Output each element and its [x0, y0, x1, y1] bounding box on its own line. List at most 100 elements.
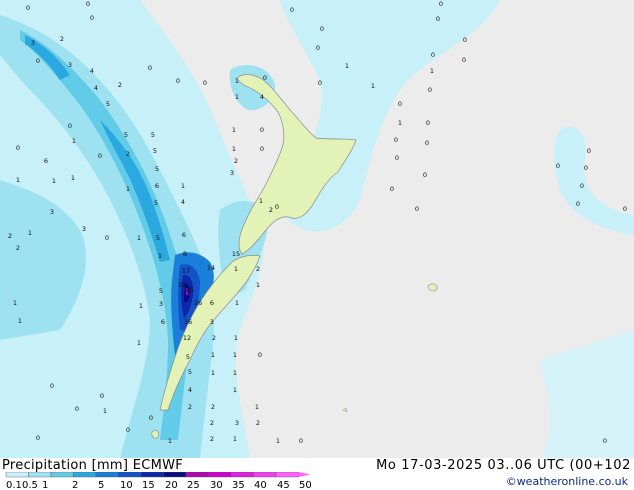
legend-tick-label: 0.1: [6, 480, 22, 490]
legend-color-bar: [5, 472, 311, 478]
precip-value-label: 2: [212, 334, 216, 342]
precip-value-label: 2: [8, 232, 12, 240]
precip-value-label: 1: [234, 265, 238, 273]
precip-value-label: 0: [623, 205, 627, 213]
precip-value-label: 6: [44, 157, 48, 165]
precip-value-label: 3: [50, 208, 54, 216]
precip-value-label: 0: [275, 203, 279, 211]
precip-value-label: 1: [235, 93, 239, 101]
legend-color-box: [275, 472, 299, 478]
precip-value-label: 3: [210, 318, 214, 326]
precip-value-label: 0: [148, 64, 152, 72]
precip-value-label: 1: [233, 435, 237, 443]
precip-value-label: 0: [576, 200, 580, 208]
precip-value-label: 1: [52, 177, 56, 185]
legend-color-box: [208, 472, 232, 478]
precip-value-label: 2: [118, 81, 122, 89]
precip-value-label: 0: [587, 147, 591, 155]
precip-value-label: 0: [75, 405, 79, 413]
precip-value-label: 4: [188, 386, 192, 394]
legend-color-box: [230, 472, 254, 478]
precip-value-label: 1: [16, 176, 20, 184]
precip-value-label: 0: [415, 205, 419, 213]
precip-value-label: 4: [90, 67, 94, 75]
legend-color-box: [185, 472, 209, 478]
precip-value-label: 4: [260, 93, 264, 101]
precip-value-label: 0: [86, 0, 90, 8]
precip-value-label: 8: [183, 250, 187, 258]
precip-value-label: 5: [106, 100, 110, 108]
precip-value-label: 1: [211, 369, 215, 377]
precip-value-label: 5: [154, 199, 158, 207]
precip-value-label: 2: [256, 265, 260, 273]
precip-value-label: 0: [398, 100, 402, 108]
precip-value-label: 1: [255, 403, 259, 411]
legend-color-box: [73, 472, 97, 478]
precip-value-label: 1: [168, 437, 172, 445]
precip-value-label: 1: [158, 252, 162, 260]
precip-value-label: 15: [232, 250, 240, 258]
precip-value-label: 0: [395, 154, 399, 162]
precip-value-label: 5: [124, 131, 128, 139]
legend-tick-label: 20: [165, 480, 178, 490]
precip-value-label: 26: [194, 299, 202, 307]
legend-tick-label: 50: [299, 480, 312, 490]
legend-tick-label: 10: [120, 480, 133, 490]
precip-value-label: 2: [269, 206, 273, 214]
legend-tick-label: 40: [254, 480, 267, 490]
precip-value-label: 6: [210, 299, 214, 307]
legend-tick-label: 0.5: [22, 480, 38, 490]
precip-value-label: 0: [431, 51, 435, 59]
precip-value-label: 0: [36, 434, 40, 442]
precip-value-label: 3: [159, 300, 163, 308]
precip-value-label: 0: [556, 162, 560, 170]
precip-value-label: 1: [256, 281, 260, 289]
precip-value-label: 1: [181, 182, 185, 190]
precip-value-label: 2: [16, 244, 20, 252]
precip-value-label: 1: [232, 126, 236, 134]
precip-value-label: 0: [423, 171, 427, 179]
precip-value-label: 0: [176, 77, 180, 85]
precip-value-label: 2: [234, 157, 238, 165]
precip-value-label: 5: [159, 287, 163, 295]
precip-value-label: 0: [98, 152, 102, 160]
precip-value-label: 0: [428, 86, 432, 94]
credit-text[interactable]: ©weatheronline.co.uk: [506, 475, 628, 488]
legend-tick-label: 25: [187, 480, 200, 490]
precip-value-label: 0: [580, 182, 584, 190]
precip-value-label: 0: [36, 57, 40, 65]
legend-color-box: [5, 472, 29, 478]
precip-value-label: 0: [260, 126, 264, 134]
legend-color-box: [95, 472, 119, 478]
precip-value-label: 3: [230, 169, 234, 177]
precip-value-label: 1: [235, 77, 239, 85]
precip-value-label: 6: [161, 318, 165, 326]
precip-value-label: 0: [90, 14, 94, 22]
legend-tick-label: 35: [232, 480, 245, 490]
legend-tick-label: 1: [42, 480, 48, 490]
precip-value-label: 4: [94, 84, 98, 92]
precip-value-label: 2: [210, 419, 214, 427]
precip-value-label: 0: [603, 437, 607, 445]
legend-tick-label: 15: [142, 480, 155, 490]
precip-value-label: 1: [232, 145, 236, 153]
map-title: Precipitation [mm] ECMWF: [2, 458, 184, 473]
precip-value-label: 6: [182, 231, 186, 239]
precip-value-label: 0: [263, 74, 267, 82]
legend-tick-label: 5: [98, 480, 104, 490]
precip-value-label: 1: [18, 317, 22, 325]
precip-value-label: 0: [50, 382, 54, 390]
precip-value-label: 0: [390, 185, 394, 193]
precip-value-label: 1: [103, 407, 107, 415]
run-info: Mo 17-03-2025 03..06 UTC (00+102: [376, 458, 631, 473]
precip-value-label: 2: [256, 419, 260, 427]
legend-color-box: [50, 472, 74, 478]
precip-value-label: 0: [316, 44, 320, 52]
precip-value-label: 0: [105, 234, 109, 242]
precip-legend: 0.1 0.5 1 2 5 10 15 20 25 30 35 40 45 50: [5, 472, 312, 490]
precip-value-label: 0: [394, 136, 398, 144]
precip-value-label: 5: [186, 353, 190, 361]
precip-value-label: 1: [259, 197, 263, 205]
precip-value-label: 2: [211, 403, 215, 411]
precip-value-label: 0: [318, 79, 322, 87]
